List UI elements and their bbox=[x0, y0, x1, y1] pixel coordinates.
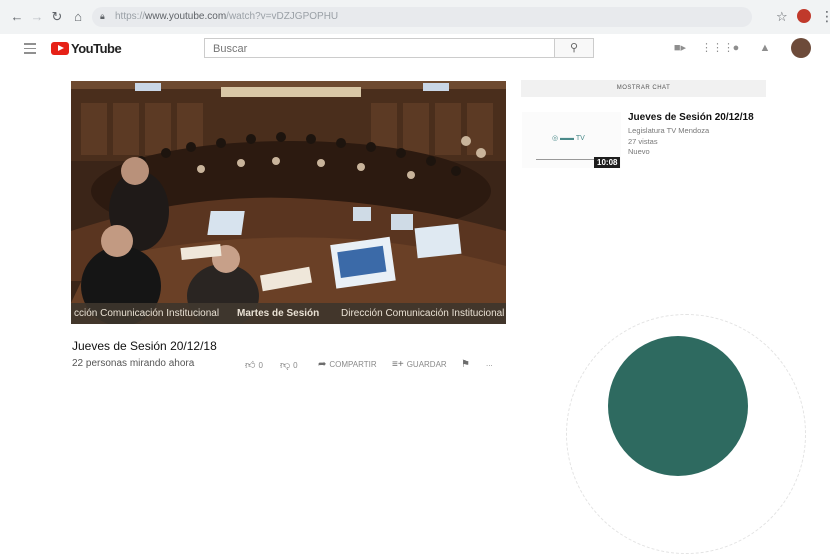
video-frame-image bbox=[71, 81, 506, 324]
forward-icon[interactable]: → bbox=[30, 10, 44, 24]
kebab-icon[interactable]: ⋮ bbox=[820, 8, 830, 25]
related-video-title[interactable]: Jueves de Sesión 20/12/18 bbox=[628, 112, 754, 123]
thumbs-up-icon: 👍︎ bbox=[245, 360, 256, 371]
related-channel[interactable]: Legislatura TV Mendoza bbox=[628, 126, 709, 135]
lock-icon[interactable]: 🔒︎ bbox=[100, 11, 105, 22]
share-icon: ➦ bbox=[318, 359, 327, 370]
decorative-circle bbox=[608, 336, 748, 476]
back-icon[interactable]: ← bbox=[10, 10, 24, 24]
more-button[interactable]: ... bbox=[486, 359, 493, 368]
new-badge: Nuevo bbox=[628, 147, 650, 156]
like-button[interactable]: 👍︎ 0 bbox=[245, 359, 263, 371]
playlist-add-icon: ≡+ bbox=[392, 359, 404, 370]
youtube-play-icon bbox=[51, 42, 69, 55]
flag-icon: ⚑ bbox=[461, 359, 470, 370]
viewer-count: 22 personas mirando ahora bbox=[72, 358, 195, 369]
caption-center: Martes de Sesión bbox=[237, 308, 320, 319]
search-icon: ⚲ bbox=[569, 42, 579, 54]
extension-icon[interactable] bbox=[797, 9, 811, 23]
messages-icon[interactable]: ● bbox=[729, 41, 743, 55]
search-box[interactable] bbox=[204, 38, 554, 58]
search-input[interactable] bbox=[211, 42, 545, 56]
dislike-button[interactable]: 👎︎ 0 bbox=[280, 359, 298, 371]
menu-icon[interactable] bbox=[24, 43, 36, 57]
report-button[interactable]: ⚑ bbox=[461, 359, 473, 370]
save-button[interactable]: ≡+ GUARDAR bbox=[392, 359, 447, 370]
notifications-icon[interactable]: ▲ bbox=[758, 41, 772, 55]
channel-logo-mark: ◎ ▬▬ TV bbox=[552, 135, 585, 142]
search-button[interactable]: ⚲ bbox=[554, 38, 594, 58]
thumbs-down-icon: 👎︎ bbox=[280, 360, 291, 371]
apps-icon[interactable]: ⋮⋮⋮ bbox=[701, 41, 734, 55]
share-button[interactable]: ➦ COMPARTIR bbox=[318, 359, 377, 370]
caption-left: cción Comunicación Institucional bbox=[74, 308, 220, 319]
url-text[interactable]: https://www.youtube.com/watch?v=vDZJGPOP… bbox=[115, 11, 338, 22]
star-icon[interactable]: ☆ bbox=[776, 9, 788, 25]
reload-icon[interactable]: ↻ bbox=[50, 10, 64, 24]
duration-badge: 10:08 bbox=[594, 157, 621, 168]
related-views: 27 vistas bbox=[628, 137, 658, 146]
logo-text: YouTube bbox=[71, 41, 122, 56]
show-chat-button[interactable]: MOSTRAR CHAT bbox=[521, 80, 766, 97]
video-title: Jueves de Sesión 20/12/18 bbox=[72, 339, 217, 353]
home-icon[interactable]: ⌂ bbox=[71, 10, 85, 24]
video-player[interactable]: cción Comunicación Institucional Martes … bbox=[71, 81, 506, 324]
avatar-icon[interactable] bbox=[791, 38, 811, 58]
create-video-icon[interactable]: ■▸ bbox=[673, 41, 687, 55]
caption-right: Dirección Comunicación Institucional bbox=[341, 308, 505, 319]
